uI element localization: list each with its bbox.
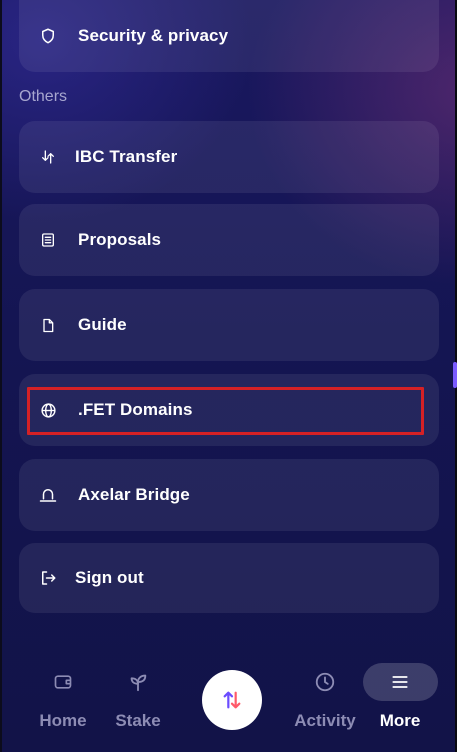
hamburger-menu-icon [388, 670, 412, 694]
bridge-icon [39, 486, 57, 504]
menu-item-sign-out[interactable]: Sign out [19, 543, 439, 613]
menu-item-axelar-bridge[interactable]: Axelar Bridge [19, 459, 439, 531]
bottom-navigation: Home Stake Activity More [2, 655, 455, 752]
sprout-icon [126, 670, 150, 694]
menu-item-label: .FET Domains [78, 400, 193, 419]
swap-button[interactable] [202, 670, 262, 730]
list-document-icon [39, 231, 57, 249]
menu-item-fet-domains[interactable]: .FET Domains [19, 374, 439, 446]
nav-label: Stake [115, 711, 161, 730]
menu-item-ibc-transfer[interactable]: IBC Transfer [19, 121, 439, 193]
document-icon [39, 316, 57, 334]
nav-item-stake[interactable]: Stake [108, 655, 168, 745]
nav-item-activity[interactable]: Activity [292, 655, 358, 745]
menu-item-label: Guide [78, 315, 127, 334]
menu-item-label: Sign out [75, 568, 144, 587]
menu-item-label: Axelar Bridge [78, 485, 190, 504]
shield-icon [39, 27, 57, 45]
menu-item-proposals[interactable]: Proposals [19, 204, 439, 276]
menu-item-label: Security & privacy [78, 26, 229, 45]
wallet-icon [51, 670, 75, 694]
menu-item-label: IBC Transfer [75, 147, 178, 166]
globe-icon [39, 401, 57, 419]
sign-out-icon [39, 569, 57, 587]
swap-arrows-icon [221, 689, 243, 711]
nav-label: Activity [294, 711, 356, 730]
menu-item-label: Proposals [78, 230, 162, 249]
nav-label: Home [39, 711, 87, 730]
nav-label: More [379, 711, 421, 730]
section-title-others: Others [19, 88, 68, 105]
nav-item-home[interactable]: Home [32, 655, 94, 745]
nav-item-more[interactable]: More [370, 655, 430, 745]
app-window: Security & privacy Others IBC Transfer P… [0, 0, 455, 752]
clock-icon [313, 670, 337, 694]
scroll-indicator [453, 362, 457, 388]
menu-item-guide[interactable]: Guide [19, 289, 439, 361]
menu-item-security-privacy[interactable]: Security & privacy [19, 0, 439, 72]
transfer-arrows-icon [39, 148, 57, 166]
